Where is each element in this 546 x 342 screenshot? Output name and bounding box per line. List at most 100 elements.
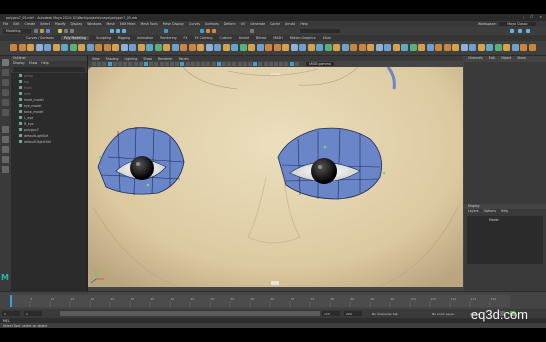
viewport-menu-view[interactable]: View bbox=[92, 57, 100, 61]
shelf-tab-xgen[interactable]: XGen bbox=[323, 36, 332, 40]
viewport-tool-icon[interactable] bbox=[211, 62, 216, 66]
shelf-wax-icon[interactable] bbox=[511, 44, 519, 51]
viewport-tool-icon[interactable] bbox=[107, 62, 112, 66]
viewport-tool-icon[interactable] bbox=[190, 62, 195, 66]
shelf-sphere-icon[interactable] bbox=[10, 44, 17, 51]
menu-edit-mesh[interactable]: Edit Mesh bbox=[120, 22, 136, 26]
scale-tool-icon[interactable] bbox=[2, 109, 9, 116]
menu-arnold[interactable]: Arnold bbox=[285, 22, 295, 26]
shelf-tab-motion-graphics[interactable]: Motion Graphics bbox=[290, 36, 316, 40]
graph-editor-icon[interactable] bbox=[2, 156, 9, 163]
viewport-tool-icon[interactable] bbox=[232, 62, 237, 66]
channel-tab-show[interactable]: Show bbox=[517, 56, 526, 62]
shelf-tool-61-icon[interactable] bbox=[528, 44, 536, 51]
menu-help[interactable]: Help bbox=[300, 22, 307, 26]
shelf-tab-fx-caching[interactable]: FX Caching bbox=[195, 36, 213, 40]
shelf-auto-uv-icon[interactable] bbox=[409, 44, 417, 51]
minimize-icon[interactable]: – bbox=[523, 15, 525, 19]
shelf-edit-edge-flow-icon[interactable] bbox=[273, 44, 281, 51]
viewport-tool-icon[interactable] bbox=[237, 62, 242, 66]
select-component-icon[interactable] bbox=[70, 29, 74, 33]
viewport-tool-icon[interactable] bbox=[123, 62, 128, 66]
shelf-imprint-icon[interactable] bbox=[503, 44, 510, 51]
shelf-superellipse-icon[interactable] bbox=[129, 44, 136, 51]
menu-edit[interactable]: Edit bbox=[13, 22, 19, 26]
ipr-render-icon[interactable] bbox=[212, 29, 216, 33]
viewport-menu-shading[interactable]: Shading bbox=[106, 57, 119, 61]
viewport-tool-icon[interactable] bbox=[180, 62, 185, 66]
shelf-quadrangulate-icon[interactable] bbox=[375, 44, 383, 51]
shelf-boolean-icon[interactable] bbox=[180, 44, 187, 51]
colorspace-dropdown[interactable]: sRGB gamma bbox=[306, 62, 334, 66]
shelf-tab-animation[interactable]: Animation bbox=[137, 36, 153, 40]
four-view-icon[interactable] bbox=[2, 136, 9, 143]
viewport-tool-icon[interactable] bbox=[112, 62, 117, 66]
viewport-tool-icon[interactable] bbox=[185, 62, 190, 66]
time-slider[interactable]: 5 10 15 20 25 30 35 40 45 50 55 60 65 70 75 80 85 90 95 100… bbox=[0, 291, 546, 310]
paint-select-icon[interactable] bbox=[2, 79, 9, 86]
shelf-tab-fx[interactable]: FX bbox=[184, 36, 188, 40]
shelf-pyramid-icon[interactable] bbox=[78, 44, 85, 51]
rotate-tool-icon[interactable] bbox=[2, 99, 9, 106]
workspace-value[interactable]: Maya Classic bbox=[499, 22, 536, 26]
viewport-tool-icon[interactable] bbox=[258, 62, 263, 66]
open-scene-icon[interactable] bbox=[40, 29, 44, 33]
viewport-tool-icon[interactable] bbox=[294, 62, 299, 66]
time-ruler[interactable]: 5 10 15 20 25 30 35 40 45 50 55 60 65 70 75 80 85 90 95 100… bbox=[0, 292, 546, 310]
shelf-cone-icon[interactable] bbox=[35, 44, 43, 51]
viewport-tool-icon[interactable] bbox=[268, 62, 273, 66]
shelf-tab-poly-modeling[interactable]: Poly Modeling bbox=[60, 36, 90, 40]
outliner-search-field[interactable] bbox=[13, 67, 85, 72]
menu-mesh-tools[interactable]: Mesh Tools bbox=[141, 22, 158, 26]
shelf-grab-icon[interactable] bbox=[452, 44, 459, 51]
menu-mesh[interactable]: Mesh bbox=[107, 22, 115, 26]
viewport-tool-icon[interactable] bbox=[102, 62, 107, 66]
shelf-chamfer-icon[interactable] bbox=[358, 44, 366, 51]
menu-generate[interactable]: Generate bbox=[250, 22, 265, 26]
shelf-quad-draw-icon[interactable] bbox=[265, 44, 272, 51]
uv-editor-icon[interactable] bbox=[2, 166, 9, 173]
viewport-tool-icon[interactable] bbox=[118, 62, 122, 66]
shelf-tab-curves-surfaces[interactable]: Curves / Surfaces bbox=[26, 36, 54, 40]
shelf-gear-icon[interactable] bbox=[112, 44, 119, 51]
close-icon[interactable]: ✕ bbox=[539, 15, 542, 19]
symmetry-icon[interactable] bbox=[164, 29, 168, 33]
viewport-tool-icon[interactable] bbox=[274, 62, 278, 66]
select-hierarchy-icon[interactable] bbox=[58, 29, 62, 33]
menu-file[interactable]: File bbox=[3, 22, 8, 26]
shelf-cylinder-icon[interactable] bbox=[27, 44, 34, 51]
shelf-collapse-icon[interactable] bbox=[307, 44, 315, 51]
shelf-helix-icon[interactable] bbox=[103, 44, 111, 51]
menu-cache[interactable]: Cache bbox=[270, 22, 280, 26]
menu-deform[interactable]: Deform bbox=[224, 22, 236, 26]
selected-vertex[interactable] bbox=[98, 155, 102, 159]
menu-mesh-display[interactable]: Mesh Display bbox=[163, 22, 184, 26]
select-object-icon[interactable] bbox=[64, 29, 68, 33]
hypershade-icon[interactable] bbox=[250, 29, 254, 33]
shelf-triangulate-icon[interactable] bbox=[367, 44, 374, 51]
shelf-cleanup-icon[interactable] bbox=[392, 44, 400, 51]
shelf-tab-custom[interactable]: Custom bbox=[219, 36, 231, 40]
shelf-merge-icon[interactable] bbox=[324, 44, 332, 51]
viewport-tool-icon[interactable] bbox=[159, 62, 164, 66]
render-icon[interactable] bbox=[206, 29, 210, 33]
shelf-cube-sym-icon[interactable] bbox=[146, 44, 153, 51]
shelf-plane-icon[interactable] bbox=[52, 44, 60, 51]
viewport-tool-icon[interactable] bbox=[227, 62, 232, 66]
shelf-tab-rigging[interactable]: Rigging bbox=[118, 36, 130, 40]
selected-vertex[interactable] bbox=[382, 171, 386, 175]
shelf-smooth-icon[interactable] bbox=[171, 44, 179, 51]
viewport-menu-panels[interactable]: Panels bbox=[179, 57, 189, 61]
menu-create[interactable]: Create bbox=[25, 22, 36, 26]
shelf-tab-bifrost[interactable]: Bifrost bbox=[256, 36, 266, 40]
outliner-item[interactable]: defaultObjectSet bbox=[11, 139, 87, 145]
shelf-reduce-icon[interactable] bbox=[384, 44, 391, 51]
render-view-icon[interactable] bbox=[200, 29, 204, 33]
viewport-menu-lighting[interactable]: Lighting bbox=[125, 57, 138, 61]
viewport-tool-icon[interactable] bbox=[242, 62, 247, 66]
single-view-icon[interactable] bbox=[2, 126, 9, 133]
shelf-torus-icon[interactable] bbox=[44, 44, 51, 51]
maximize-icon[interactable]: ☐ bbox=[530, 15, 533, 19]
viewport-tool-icon[interactable] bbox=[138, 62, 143, 66]
shelf-delete-edge-icon[interactable] bbox=[333, 44, 340, 51]
